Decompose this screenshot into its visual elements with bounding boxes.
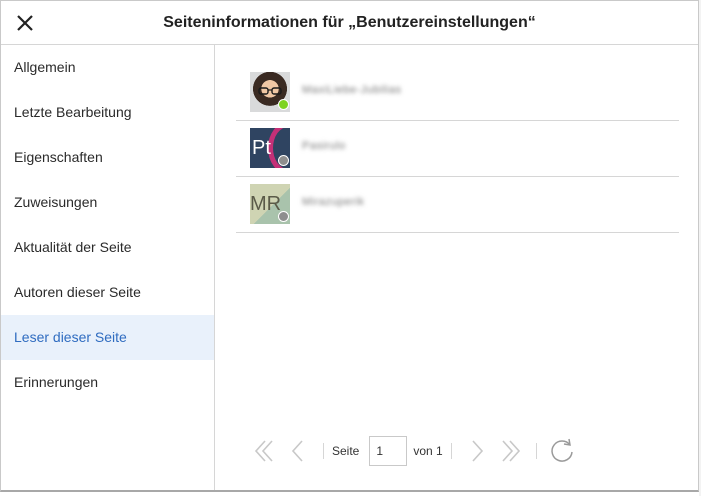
next-page-icon: [472, 440, 483, 462]
page-info-dialog: Seiteninformationen für „Benutzereinstel…: [0, 0, 699, 492]
refresh-icon: [551, 438, 573, 462]
list-item[interactable]: MaxiLiebe-Jubilias: [236, 65, 679, 121]
sidebar-item-erinnerungen[interactable]: Erinnerungen: [1, 360, 214, 405]
reader-list: MaxiLiebe-Jubilias Pt Pasirulo MR Mirazu…: [236, 65, 679, 233]
sidebar: Allgemein Letzte Bearbeitung Eigenschaft…: [1, 45, 215, 490]
refresh-button[interactable]: [545, 434, 579, 468]
last-page-icon: [502, 440, 520, 462]
list-item[interactable]: MR Mirazuperik: [236, 177, 679, 233]
page-number-input[interactable]: [369, 436, 408, 466]
readers-panel: MaxiLiebe-Jubilias Pt Pasirulo MR Mirazu…: [215, 45, 698, 490]
pager-separator: [323, 443, 324, 459]
sidebar-item-autoren[interactable]: Autoren dieser Seite: [1, 270, 214, 315]
pagination-toolbar: Seite von 1: [247, 431, 617, 471]
page-count-label: von 1: [413, 444, 443, 458]
avatar-initials: Pt: [252, 137, 271, 159]
sidebar-item-aktualitaet[interactable]: Aktualität der Seite: [1, 225, 214, 270]
status-online-indicator: [278, 99, 289, 110]
prev-page-button[interactable]: [281, 434, 315, 468]
sidebar-item-zuweisungen[interactable]: Zuweisungen: [1, 180, 214, 225]
sidebar-item-letzte-bearbeitung[interactable]: Letzte Bearbeitung: [1, 90, 214, 135]
pager-separator: [450, 443, 452, 459]
dialog-title: Seiteninformationen für „Benutzereinstel…: [163, 14, 536, 31]
sidebar-item-eigenschaften[interactable]: Eigenschaften: [1, 135, 214, 180]
user-name[interactable]: Mirazuperik: [302, 196, 364, 208]
glasses-icon: [258, 87, 282, 95]
prev-page-icon: [291, 440, 303, 462]
last-page-button[interactable]: [494, 434, 528, 468]
first-page-icon: [254, 440, 273, 462]
avatar-initials: MR: [250, 193, 282, 215]
pager-separator: [535, 443, 537, 459]
sidebar-item-allgemein[interactable]: Allgemein: [1, 45, 214, 90]
next-page-button[interactable]: [460, 434, 494, 468]
list-item[interactable]: Pt Pasirulo: [236, 121, 679, 177]
user-name[interactable]: Pasirulo: [302, 140, 346, 152]
status-offline-indicator: [278, 155, 289, 166]
page-label: Seite: [332, 444, 360, 458]
first-page-button[interactable]: [247, 434, 281, 468]
user-name[interactable]: MaxiLiebe-Jubilias: [302, 84, 402, 96]
dialog-header: Seiteninformationen für „Benutzereinstel…: [1, 1, 698, 45]
sidebar-item-leser[interactable]: Leser dieser Seite: [1, 315, 214, 360]
